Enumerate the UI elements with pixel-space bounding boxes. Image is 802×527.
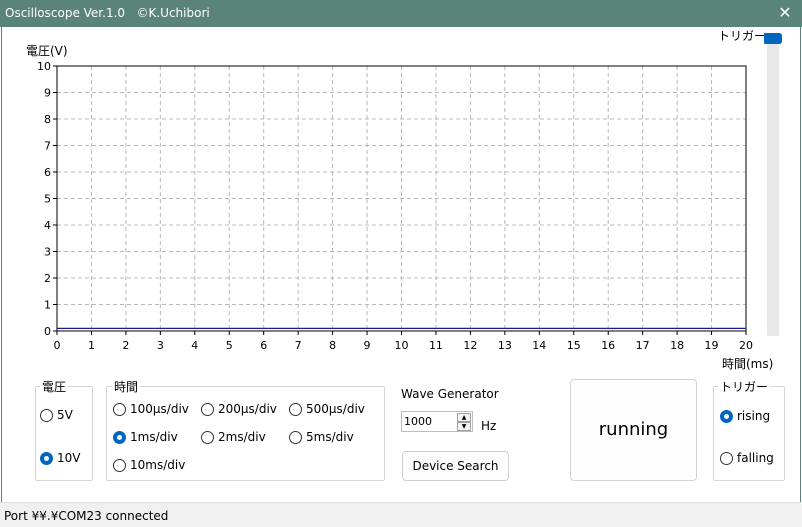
voltage-group [35,386,93,481]
stepper-up-button[interactable]: ▲ [457,413,471,422]
y-tick-label: 1 [44,299,51,312]
radio-label: 10ms/div [130,458,186,472]
x-tick-label: 13 [498,339,512,352]
x-tick-label: 14 [532,339,546,352]
radio-label: 1ms/div [130,430,178,444]
axis-ticks: 0 1 2 3 4 5 6 7 8 9 10 11 12 13 14 15 16 17 18 19 2001234567… [37,60,753,352]
device-search-button[interactable]: Device Search [402,451,509,481]
x-tick-label: 16 [601,339,615,352]
y-tick-label: 8 [44,113,51,126]
radio-label: 10V [57,451,81,465]
running-button[interactable]: running [570,379,697,481]
radio-label: 200µs/div [218,402,277,416]
y-tick-label: 5 [44,193,51,206]
radio-circle-icon [113,402,126,416]
x-tick-label: 20 [739,339,753,352]
y-tick-label: 2 [44,272,51,285]
x-tick-label: 7 [295,339,302,352]
y-tick-label: 7 [44,140,51,153]
radio-time-200us[interactable]: 200µs/div [201,402,277,416]
wave-generator-label: Wave Generator [401,387,499,401]
x-tick-label: 15 [567,339,581,352]
x-tick-label: 17 [636,339,650,352]
radio-label: 5V [57,408,73,422]
y-tick-label: 10 [37,60,51,73]
x-tick-label: 1 [88,339,95,352]
time-group-label: 時間 [112,378,141,395]
x-tick-label: 2 [122,339,129,352]
voltage-group-label: 電圧 [40,378,69,395]
radio-circle-icon [201,402,214,416]
radio-circle-icon [113,430,126,444]
x-tick-label: 11 [429,339,443,352]
frequency-unit: Hz [481,419,497,433]
radio-circle-icon [720,451,733,465]
radio-circle-icon [289,430,302,444]
x-tick-label: 9 [364,339,371,352]
radio-circle-icon [40,408,53,422]
radio-trigger-falling[interactable]: falling [720,451,774,465]
x-tick-label: 5 [226,339,233,352]
radio-circle-icon [720,409,733,423]
radio-label: 2ms/div [218,430,266,444]
radio-voltage-5v[interactable]: 5V [40,408,73,422]
radio-circle-icon [289,402,302,416]
y-tick-label: 4 [44,219,51,232]
trigger-slider-thumb[interactable] [764,33,782,44]
x-tick-label: 3 [157,339,164,352]
stepper-down-button[interactable]: ▼ [457,422,471,431]
radio-circle-icon [40,451,53,465]
frequency-input[interactable] [404,414,454,429]
radio-label: 5ms/div [306,430,354,444]
radio-voltage-10v[interactable]: 10V [40,451,80,465]
x-tick-label: 10 [395,339,409,352]
x-tick-label: 12 [463,339,477,352]
radio-time-5ms[interactable]: 5ms/div [289,430,354,444]
radio-label: rising [737,409,771,423]
radio-time-10ms[interactable]: 10ms/div [113,458,185,472]
trigger-group-label: トリガー [718,378,771,395]
connection-status: Port ¥¥.¥COM23 connected [4,509,169,523]
y-tick-label: 3 [44,246,51,259]
trigger-slider-track[interactable] [767,44,779,336]
radio-time-2ms[interactable]: 2ms/div [201,430,266,444]
radio-label: falling [737,451,774,465]
radio-trigger-rising[interactable]: rising [720,409,770,423]
y-tick-label: 9 [44,87,51,100]
frequency-stepper: ▲ ▼ [401,411,473,432]
y-tick-label: 6 [44,166,51,179]
plot-grid [57,66,746,331]
radio-time-100us[interactable]: 100µs/div [113,402,189,416]
y-tick-label: 0 [44,325,51,338]
x-tick-label: 4 [191,339,198,352]
radio-label: 500µs/div [306,402,365,416]
x-tick-label: 18 [670,339,684,352]
radio-label: 100µs/div [130,402,189,416]
radio-circle-icon [113,458,126,472]
trigger-group [713,386,785,481]
x-tick-label: 19 [705,339,719,352]
radio-time-1ms[interactable]: 1ms/div [113,430,178,444]
status-bar: Port ¥¥.¥COM23 connected [0,502,802,527]
x-tick-label: 6 [260,339,267,352]
radio-time-500us[interactable]: 500µs/div [289,402,365,416]
x-tick-label: 8 [329,339,336,352]
x-tick-label: 0 [54,339,61,352]
radio-circle-icon [201,430,214,444]
